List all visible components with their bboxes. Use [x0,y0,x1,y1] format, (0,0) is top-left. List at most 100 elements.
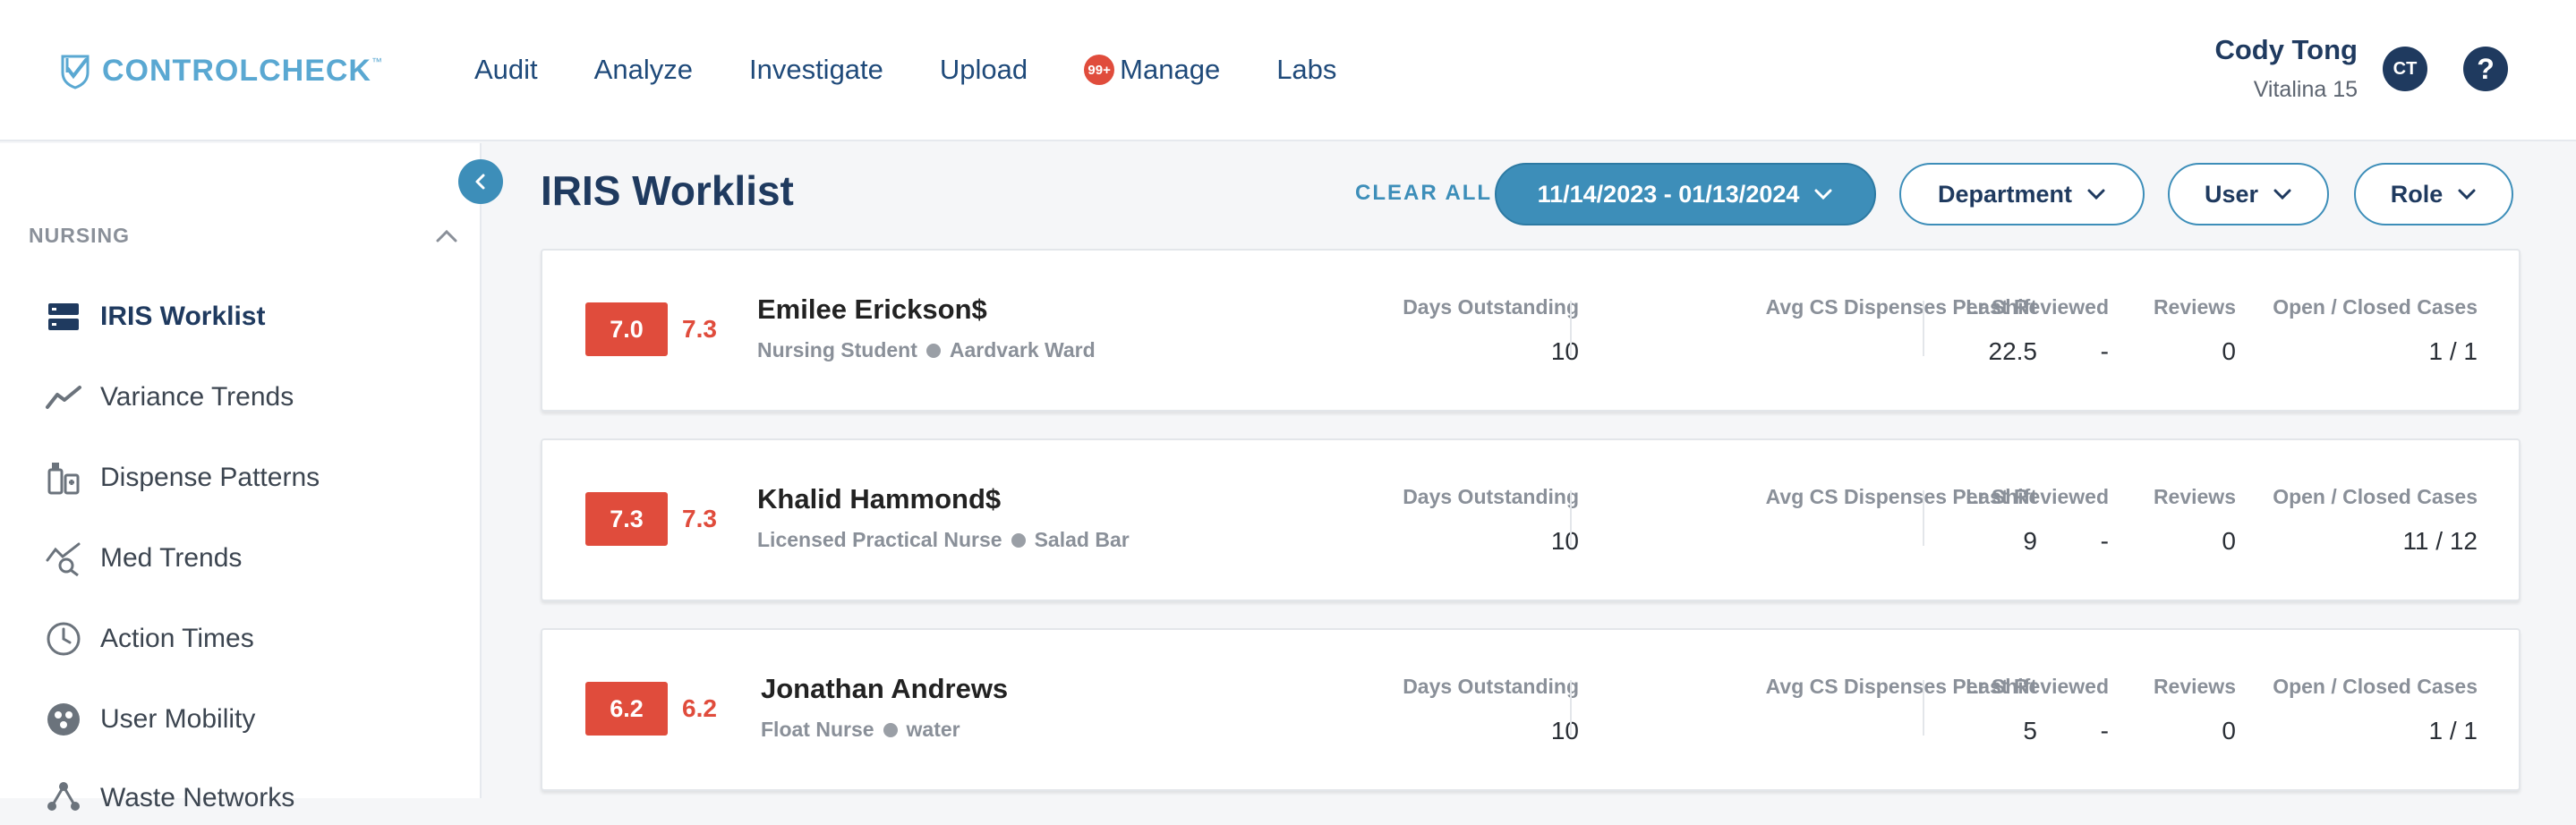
person-unit: Salad Bar [1034,528,1130,551]
reviews-label: Reviews [2153,675,2236,698]
sidebar-item-dispense-patterns[interactable]: Dispense Patterns [45,451,465,505]
role-filter-label: Role [2390,180,2444,208]
open-closed-cases-value: 1 / 1 [2428,337,2478,365]
days-outstanding: Days Outstanding 10 [1337,485,1579,556]
person-info: Float Nurse water [761,718,960,742]
clear-all-button[interactable]: CLEAR ALL [1355,181,1492,206]
sidebar-item-label: Med Trends [100,543,243,573]
divider [1923,490,1924,546]
collapse-sidebar-button[interactable] [458,159,503,204]
last-reviewed: Last Reviewed - [1957,675,2109,745]
person-role: Licensed Practical Nurse [757,528,1002,551]
shield-check-icon [61,55,90,89]
person-role: Float Nurse [761,718,874,741]
sidebar-item-user-mobility[interactable]: User Mobility [45,693,465,746]
days-outstanding: Days Outstanding 10 [1337,675,1579,745]
open-closed-cases: Open / Closed Cases 11 / 12 [2268,485,2478,556]
user-filter-label: User [2204,180,2259,208]
nav-labs-label: Labs [1276,54,1337,85]
open-closed-cases-label: Open / Closed Cases [2273,675,2478,698]
risk-score-badge: 7.0 [585,302,668,356]
divider [1923,680,1924,736]
date-range-filter[interactable]: 11/14/2023 - 01/13/2024 [1495,163,1876,225]
nav-manage[interactable]: 99+ Manage [1084,54,1220,86]
risk-score-badge: 6.2 [585,682,668,736]
clock-icon [45,620,82,658]
chevron-up-icon [436,229,457,242]
days-outstanding-value: 10 [1550,717,1579,744]
brand-part-check: CHECK [259,53,371,88]
worklist-card[interactable]: 7.0 7.3 Emilee Erickson$ Nursing Student… [541,249,2521,412]
last-reviewed-value: - [2100,337,2109,365]
open-closed-cases: Open / Closed Cases 1 / 1 [2268,675,2478,745]
controlcheck-logo[interactable]: CONTROL CHECK ™ [55,48,382,93]
separator-dot [1011,532,1026,548]
nav-upload[interactable]: Upload [940,54,1028,86]
risk-score-secondary: 7.3 [682,505,717,532]
worklist-card[interactable]: 6.2 6.2 Jonathan Andrews Float Nurse wat… [541,628,2521,791]
chevron-down-icon [1814,189,1832,200]
sidebar-item-iris-worklist[interactable]: IRIS Worklist [45,290,465,344]
brand-trademark: ™ [371,55,382,68]
nav-audit[interactable]: Audit [474,54,538,86]
nav-analyze[interactable]: Analyze [594,54,693,86]
role-filter[interactable]: Role [2354,163,2513,225]
nav-upload-label: Upload [939,54,1028,85]
separator-dot [883,722,898,737]
last-reviewed-label: Last Reviewed [1966,485,2109,508]
open-closed-cases: Open / Closed Cases 1 / 1 [2268,295,2478,366]
help-icon[interactable]: ? [2463,47,2508,91]
sidebar-item-variance-trends[interactable]: Variance Trends [45,370,465,424]
last-reviewed: Last Reviewed - [1957,485,2109,556]
worklist-card[interactable]: 7.3 7.3 Khalid Hammond$ Licensed Practic… [541,438,2521,601]
user-facility: Vitalina 15 [2253,77,2358,102]
user-info[interactable]: Cody Tong Vitalina 15 [2214,34,2358,103]
dispense-icon [45,459,82,497]
date-range-label: 11/14/2023 - 01/13/2024 [1537,180,1800,208]
chevron-left-icon [475,174,485,190]
person-role: Nursing Student [757,338,917,361]
top-bar: CONTROL CHECK ™ Audit Analyze Investigat… [0,0,2576,141]
nav-analyze-label: Analyze [593,54,693,85]
open-closed-cases-label: Open / Closed Cases [2273,295,2478,319]
separator-dot [925,343,941,358]
days-outstanding-value: 10 [1550,337,1579,365]
user-mobility-icon [45,701,82,738]
sidebar-item-label: Waste Networks [100,783,295,812]
risk-score-secondary: 6.2 [682,694,717,722]
brand-part-control: CONTROL [102,53,260,88]
risk-score-secondary: 7.3 [682,315,717,343]
user-name: Cody Tong [2214,34,2358,65]
risk-score-badge: 7.3 [585,492,668,546]
nav-audit-label: Audit [474,54,538,85]
person-name[interactable]: Jonathan Andrews [761,673,1008,705]
network-icon [45,779,82,817]
department-filter[interactable]: Department [1899,163,2145,225]
avatar[interactable]: CT [2383,47,2427,91]
divider [1570,680,1572,736]
nav-investigate[interactable]: Investigate [749,54,883,86]
nav-labs[interactable]: Labs [1276,54,1336,86]
sidebar-item-action-times[interactable]: Action Times [45,612,465,666]
last-reviewed-value: - [2100,717,2109,744]
notification-badge: 99+ [1084,55,1115,85]
sidebar-item-med-trends[interactable]: Med Trends [45,532,465,585]
sidebar-item-waste-networks[interactable]: Waste Networks [45,771,465,825]
reviews-label: Reviews [2153,485,2236,508]
sidebar-section-header[interactable]: NURSING [29,224,458,248]
chevron-down-icon [2087,189,2105,200]
person-name[interactable]: Khalid Hammond$ [757,483,1001,515]
last-reviewed: Last Reviewed - [1957,295,2109,366]
person-name[interactable]: Emilee Erickson$ [757,293,987,326]
user-filter[interactable]: User [2168,163,2329,225]
sidebar-item-label: Variance Trends [100,382,294,412]
person-info: Nursing Student Aardvark Ward [757,338,1096,362]
open-closed-cases-label: Open / Closed Cases [2273,485,2478,508]
trend-line-icon [45,378,82,416]
nav-investigate-label: Investigate [748,54,883,85]
sidebar-item-label: User Mobility [100,704,256,734]
reviews-label: Reviews [2153,295,2236,319]
person-info: Licensed Practical Nurse Salad Bar [757,528,1130,552]
reviews: Reviews 0 [2136,295,2236,366]
open-closed-cases-value: 11 / 12 [2402,527,2478,555]
